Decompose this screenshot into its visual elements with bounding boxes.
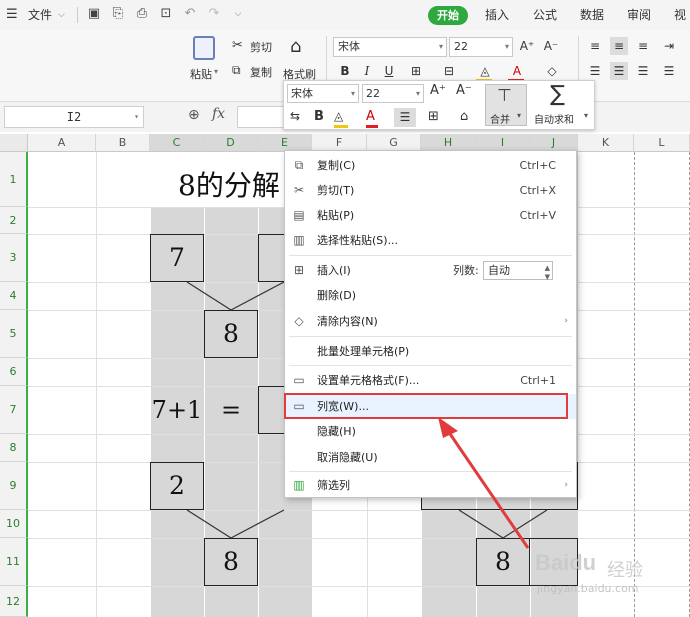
annotation-arrow — [438, 417, 530, 549]
watermark: Baidu 经验 jingyan.baidu.com — [535, 548, 685, 608]
watermark-brand: Baidu — [535, 550, 597, 575]
watermark-brand-cn: 经验 — [607, 560, 643, 581]
watermark-url: jingyan.baidu.com — [537, 582, 639, 595]
